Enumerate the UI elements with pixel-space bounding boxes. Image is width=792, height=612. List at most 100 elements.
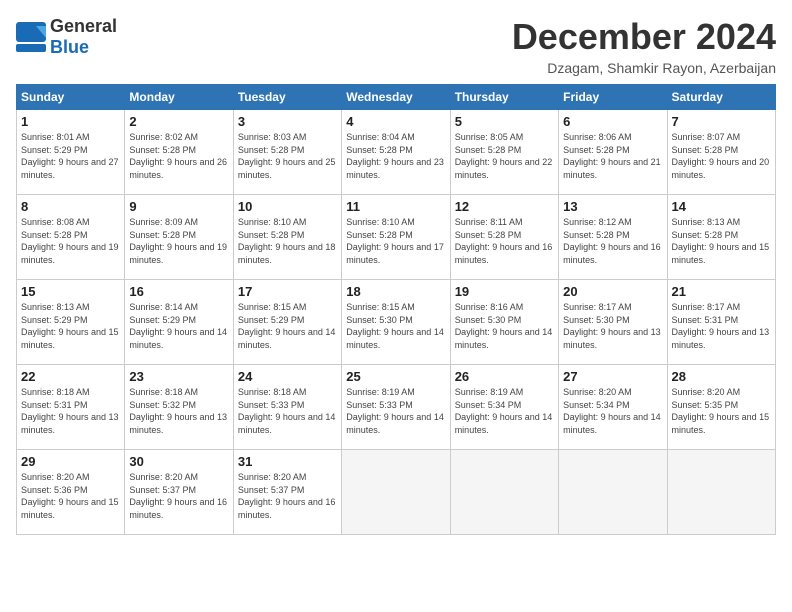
sunset-label: Sunset: 5:28 PM — [129, 230, 196, 240]
calendar-table: SundayMondayTuesdayWednesdayThursdayFrid… — [16, 84, 776, 535]
calendar-cell — [342, 450, 450, 535]
daylight-label: Daylight: 9 hours and 13 minutes. — [129, 412, 227, 435]
day-info: Sunrise: 8:14 AM Sunset: 5:29 PM Dayligh… — [129, 301, 228, 351]
sunset-label: Sunset: 5:28 PM — [563, 145, 630, 155]
day-info: Sunrise: 8:13 AM Sunset: 5:29 PM Dayligh… — [21, 301, 120, 351]
sunrise-label: Sunrise: 8:20 AM — [129, 472, 198, 482]
calendar-cell: 6 Sunrise: 8:06 AM Sunset: 5:28 PM Dayli… — [559, 110, 667, 195]
day-number: 28 — [672, 369, 771, 384]
calendar-cell — [559, 450, 667, 535]
calendar-header-thursday: Thursday — [450, 85, 558, 110]
sunset-label: Sunset: 5:30 PM — [346, 315, 413, 325]
daylight-label: Daylight: 9 hours and 21 minutes. — [563, 157, 661, 180]
daylight-label: Daylight: 9 hours and 18 minutes. — [238, 242, 336, 265]
day-number: 4 — [346, 114, 445, 129]
sunrise-label: Sunrise: 8:18 AM — [238, 387, 307, 397]
day-number: 14 — [672, 199, 771, 214]
day-info: Sunrise: 8:15 AM Sunset: 5:30 PM Dayligh… — [346, 301, 445, 351]
day-number: 6 — [563, 114, 662, 129]
calendar-cell: 30 Sunrise: 8:20 AM Sunset: 5:37 PM Dayl… — [125, 450, 233, 535]
sunrise-label: Sunrise: 8:10 AM — [238, 217, 307, 227]
sunrise-label: Sunrise: 8:14 AM — [129, 302, 198, 312]
calendar-week-1: 1 Sunrise: 8:01 AM Sunset: 5:29 PM Dayli… — [17, 110, 776, 195]
calendar-cell: 18 Sunrise: 8:15 AM Sunset: 5:30 PM Dayl… — [342, 280, 450, 365]
logo-icon — [16, 22, 46, 52]
day-number: 2 — [129, 114, 228, 129]
day-info: Sunrise: 8:18 AM Sunset: 5:31 PM Dayligh… — [21, 386, 120, 436]
day-number: 25 — [346, 369, 445, 384]
day-number: 11 — [346, 199, 445, 214]
daylight-label: Daylight: 9 hours and 23 minutes. — [346, 157, 444, 180]
day-info: Sunrise: 8:18 AM Sunset: 5:33 PM Dayligh… — [238, 386, 337, 436]
day-number: 19 — [455, 284, 554, 299]
sunrise-label: Sunrise: 8:12 AM — [563, 217, 632, 227]
day-number: 20 — [563, 284, 662, 299]
calendar-cell: 5 Sunrise: 8:05 AM Sunset: 5:28 PM Dayli… — [450, 110, 558, 195]
day-info: Sunrise: 8:07 AM Sunset: 5:28 PM Dayligh… — [672, 131, 771, 181]
daylight-label: Daylight: 9 hours and 16 minutes. — [129, 497, 227, 520]
calendar-cell: 14 Sunrise: 8:13 AM Sunset: 5:28 PM Dayl… — [667, 195, 775, 280]
calendar-cell — [450, 450, 558, 535]
calendar-cell: 8 Sunrise: 8:08 AM Sunset: 5:28 PM Dayli… — [17, 195, 125, 280]
day-info: Sunrise: 8:10 AM Sunset: 5:28 PM Dayligh… — [238, 216, 337, 266]
daylight-label: Daylight: 9 hours and 22 minutes. — [455, 157, 553, 180]
page-header: General Blue December 2024 Dzagam, Shamk… — [16, 16, 776, 76]
sunrise-label: Sunrise: 8:01 AM — [21, 132, 90, 142]
calendar-header-saturday: Saturday — [667, 85, 775, 110]
sunset-label: Sunset: 5:37 PM — [129, 485, 196, 495]
day-info: Sunrise: 8:17 AM Sunset: 5:31 PM Dayligh… — [672, 301, 771, 351]
day-number: 18 — [346, 284, 445, 299]
calendar-cell — [667, 450, 775, 535]
daylight-label: Daylight: 9 hours and 26 minutes. — [129, 157, 227, 180]
sunset-label: Sunset: 5:33 PM — [346, 400, 413, 410]
sunrise-label: Sunrise: 8:13 AM — [672, 217, 741, 227]
sunset-label: Sunset: 5:28 PM — [238, 230, 305, 240]
daylight-label: Daylight: 9 hours and 13 minutes. — [672, 327, 770, 350]
calendar-cell: 27 Sunrise: 8:20 AM Sunset: 5:34 PM Dayl… — [559, 365, 667, 450]
daylight-label: Daylight: 9 hours and 25 minutes. — [238, 157, 336, 180]
sunset-label: Sunset: 5:28 PM — [346, 145, 413, 155]
sunset-label: Sunset: 5:29 PM — [21, 145, 88, 155]
sunset-label: Sunset: 5:35 PM — [672, 400, 739, 410]
sunrise-label: Sunrise: 8:16 AM — [455, 302, 524, 312]
sunset-label: Sunset: 5:33 PM — [238, 400, 305, 410]
sunrise-label: Sunrise: 8:20 AM — [563, 387, 632, 397]
day-number: 27 — [563, 369, 662, 384]
daylight-label: Daylight: 9 hours and 14 minutes. — [238, 412, 336, 435]
calendar-cell: 31 Sunrise: 8:20 AM Sunset: 5:37 PM Dayl… — [233, 450, 341, 535]
daylight-label: Daylight: 9 hours and 14 minutes. — [346, 327, 444, 350]
sunrise-label: Sunrise: 8:02 AM — [129, 132, 198, 142]
day-info: Sunrise: 8:16 AM Sunset: 5:30 PM Dayligh… — [455, 301, 554, 351]
calendar-header-friday: Friday — [559, 85, 667, 110]
day-info: Sunrise: 8:15 AM Sunset: 5:29 PM Dayligh… — [238, 301, 337, 351]
calendar-header-monday: Monday — [125, 85, 233, 110]
calendar-cell: 15 Sunrise: 8:13 AM Sunset: 5:29 PM Dayl… — [17, 280, 125, 365]
daylight-label: Daylight: 9 hours and 14 minutes. — [455, 327, 553, 350]
sunrise-label: Sunrise: 8:05 AM — [455, 132, 524, 142]
day-number: 12 — [455, 199, 554, 214]
sunset-label: Sunset: 5:34 PM — [455, 400, 522, 410]
calendar-cell: 1 Sunrise: 8:01 AM Sunset: 5:29 PM Dayli… — [17, 110, 125, 195]
calendar-cell: 28 Sunrise: 8:20 AM Sunset: 5:35 PM Dayl… — [667, 365, 775, 450]
daylight-label: Daylight: 9 hours and 13 minutes. — [21, 412, 119, 435]
sunset-label: Sunset: 5:29 PM — [21, 315, 88, 325]
sunrise-label: Sunrise: 8:13 AM — [21, 302, 90, 312]
sunset-label: Sunset: 5:37 PM — [238, 485, 305, 495]
calendar-cell: 7 Sunrise: 8:07 AM Sunset: 5:28 PM Dayli… — [667, 110, 775, 195]
day-number: 8 — [21, 199, 120, 214]
day-info: Sunrise: 8:04 AM Sunset: 5:28 PM Dayligh… — [346, 131, 445, 181]
daylight-label: Daylight: 9 hours and 16 minutes. — [455, 242, 553, 265]
sunrise-label: Sunrise: 8:15 AM — [238, 302, 307, 312]
sunrise-label: Sunrise: 8:17 AM — [563, 302, 632, 312]
day-info: Sunrise: 8:20 AM Sunset: 5:37 PM Dayligh… — [129, 471, 228, 521]
day-number: 9 — [129, 199, 228, 214]
calendar-week-2: 8 Sunrise: 8:08 AM Sunset: 5:28 PM Dayli… — [17, 195, 776, 280]
daylight-label: Daylight: 9 hours and 16 minutes. — [238, 497, 336, 520]
day-number: 16 — [129, 284, 228, 299]
calendar-cell: 12 Sunrise: 8:11 AM Sunset: 5:28 PM Dayl… — [450, 195, 558, 280]
calendar-week-3: 15 Sunrise: 8:13 AM Sunset: 5:29 PM Dayl… — [17, 280, 776, 365]
day-info: Sunrise: 8:20 AM Sunset: 5:37 PM Dayligh… — [238, 471, 337, 521]
calendar-body: 1 Sunrise: 8:01 AM Sunset: 5:29 PM Dayli… — [17, 110, 776, 535]
calendar-cell: 9 Sunrise: 8:09 AM Sunset: 5:28 PM Dayli… — [125, 195, 233, 280]
day-number: 22 — [21, 369, 120, 384]
